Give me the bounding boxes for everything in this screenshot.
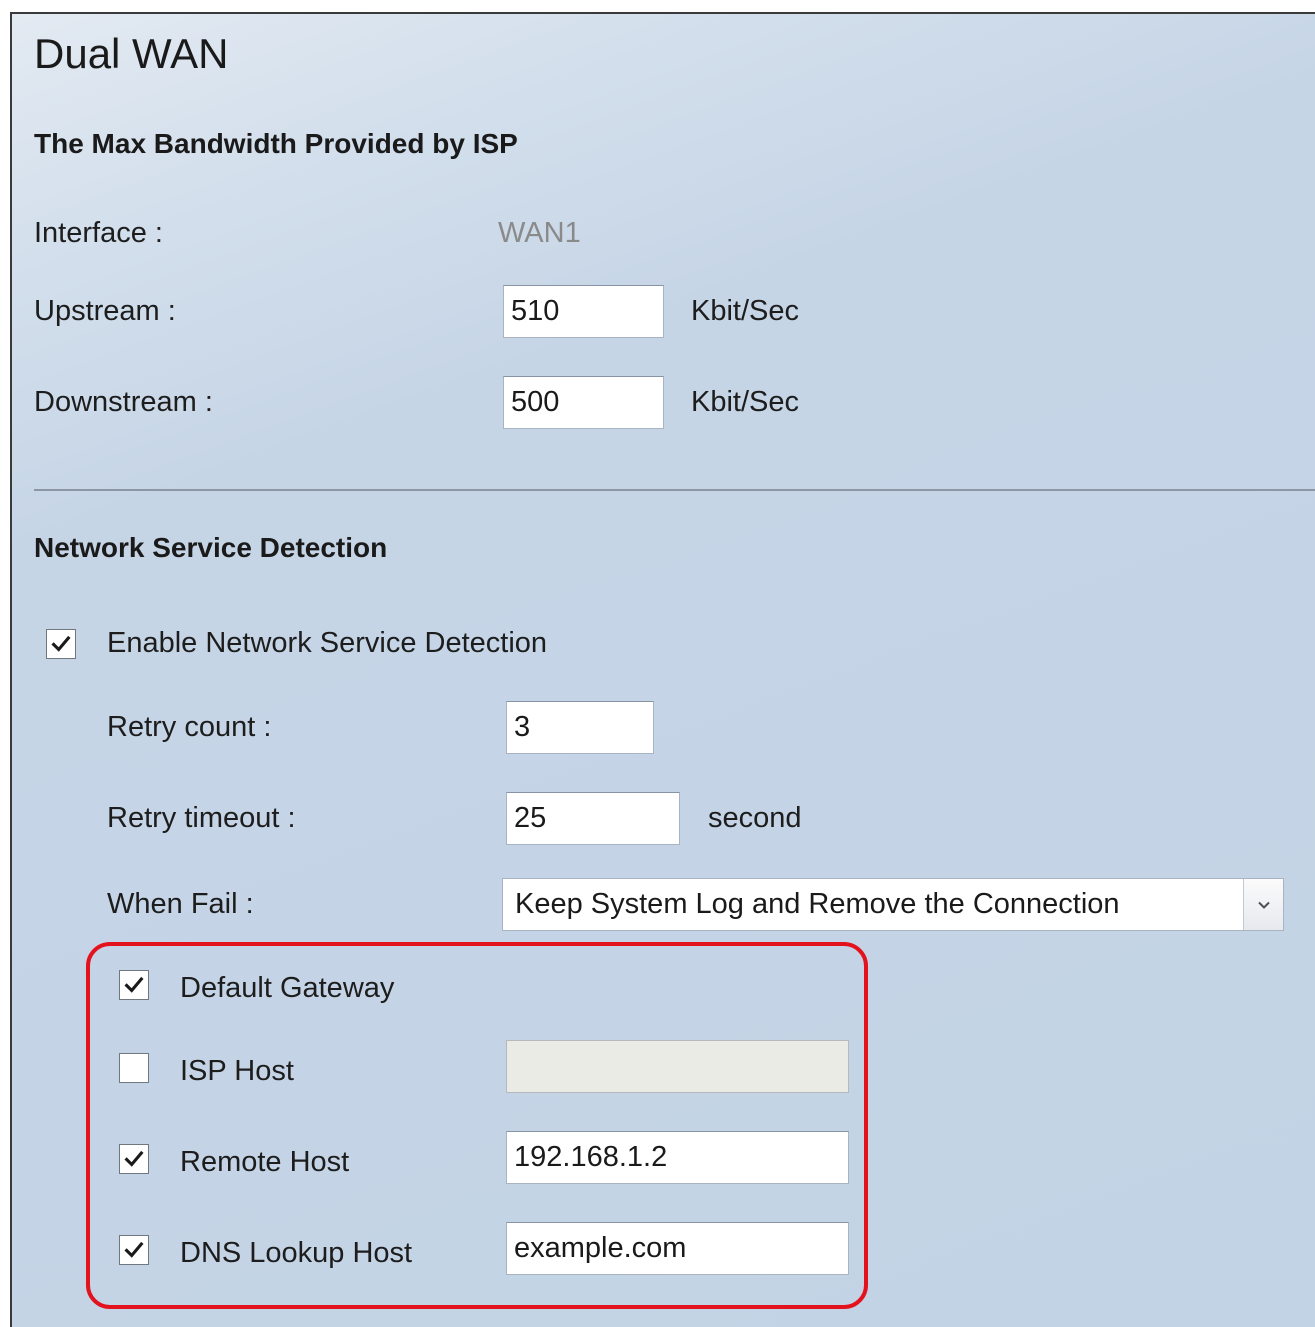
downstream-label: Downstream : — [34, 386, 213, 418]
upstream-label: Upstream : — [34, 295, 176, 327]
retry-timeout-input[interactable] — [506, 792, 680, 845]
retry-timeout-label: Retry timeout : — [107, 802, 296, 834]
detection-section-title: Network Service Detection — [34, 532, 388, 563]
when-fail-selected-value: Keep System Log and Remove the Connectio… — [515, 888, 1120, 920]
interface-label: Interface : — [34, 217, 163, 249]
upstream-unit: Kbit/Sec — [691, 295, 799, 327]
bandwidth-section-title: The Max Bandwidth Provided by ISP — [34, 128, 518, 159]
section-divider — [34, 489, 1315, 491]
downstream-unit: Kbit/Sec — [691, 386, 799, 418]
when-fail-select[interactable]: Keep System Log and Remove the Connectio… — [502, 878, 1284, 931]
downstream-input[interactable] — [503, 376, 664, 429]
enable-detection-label: Enable Network Service Detection — [107, 627, 548, 659]
when-fail-dropdown-button[interactable] — [1243, 879, 1283, 930]
retry-timeout-unit: second — [708, 802, 802, 834]
dual-wan-panel: Dual WAN The Max Bandwidth Provided by I… — [10, 12, 1315, 1327]
interface-value: WAN1 — [498, 217, 581, 249]
upstream-input[interactable] — [503, 285, 664, 338]
enable-detection-checkbox[interactable] — [46, 629, 76, 659]
when-fail-label: When Fail : — [107, 888, 254, 920]
chevron-down-icon — [1257, 901, 1270, 909]
retry-count-input[interactable] — [506, 701, 654, 754]
retry-count-label: Retry count : — [107, 711, 272, 743]
checkmark-icon — [51, 635, 71, 652]
host-options-highlight — [86, 942, 868, 1309]
page-title: Dual WAN — [34, 30, 229, 77]
